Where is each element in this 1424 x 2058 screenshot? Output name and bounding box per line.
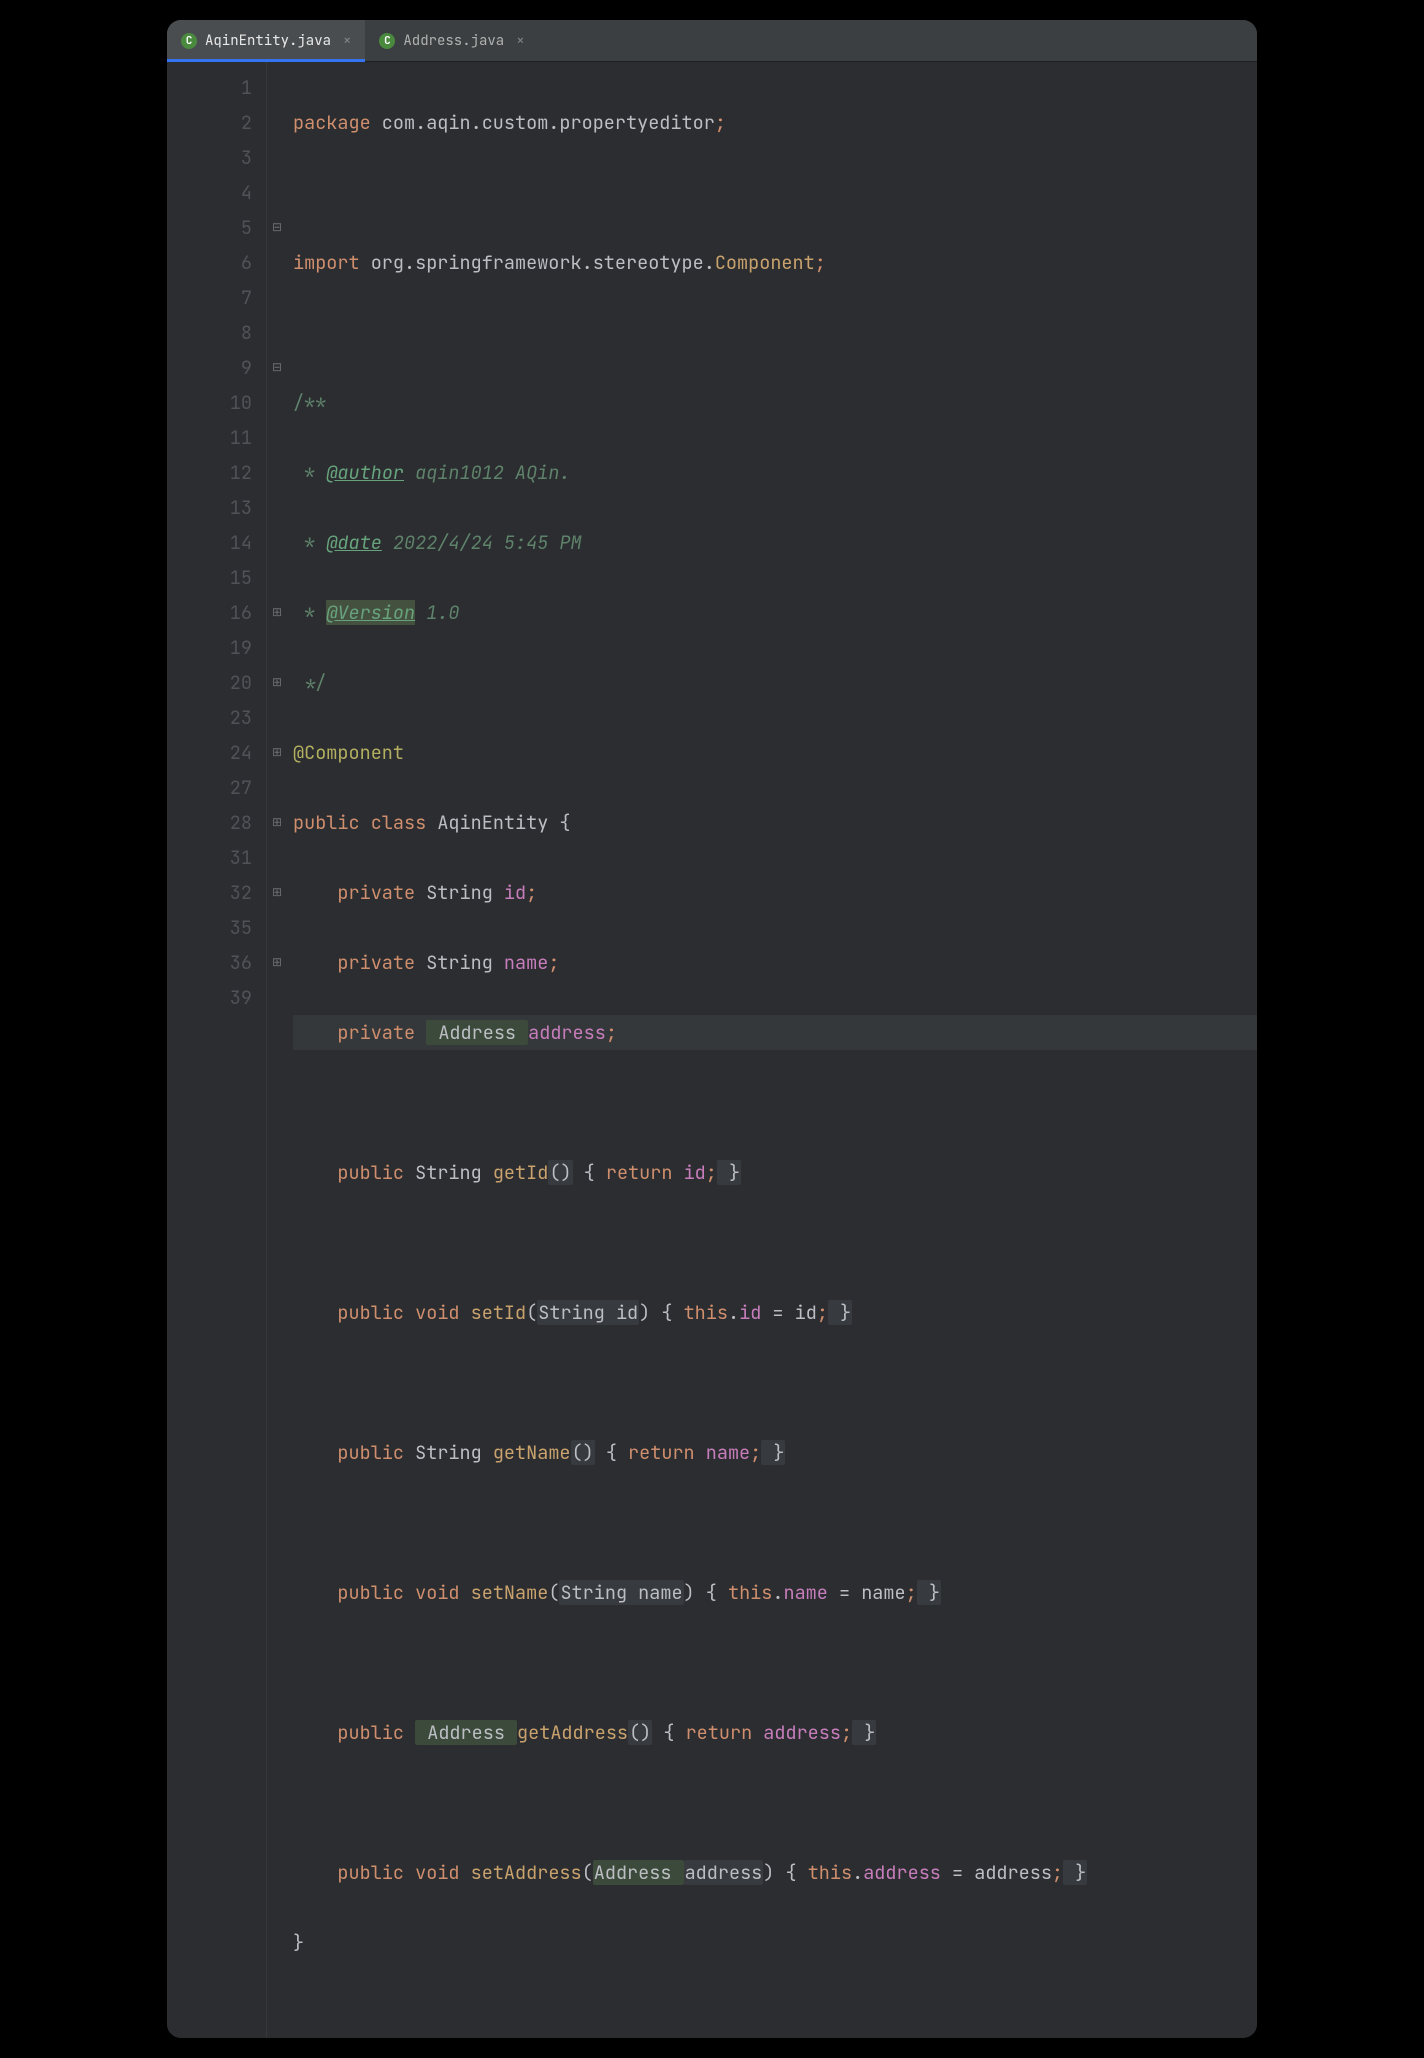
code-line: public void setAddress(Address address) … [293,1855,1257,1890]
code-line [293,1505,1257,1540]
code-line-current: private Address address; [293,1015,1257,1050]
code-line: /** [293,385,1257,420]
code-line [293,315,1257,350]
fold-toggle[interactable]: ⊞ [267,735,287,770]
close-icon[interactable]: × [516,32,524,50]
code-line: private String name; [293,945,1257,980]
code-line [293,1365,1257,1400]
close-icon[interactable]: × [343,32,351,50]
code-line: public String getName() { return name; } [293,1435,1257,1470]
code-line: private String id; [293,875,1257,910]
tab-address[interactable]: C Address.java × [365,20,538,61]
fold-toggle[interactable]: ⊞ [267,595,287,630]
code-line: * @date 2022/4/24 5:45 PM [293,525,1257,560]
code-area[interactable]: package com.aqin.custom.propertyeditor; … [287,62,1257,2038]
line-number-gutter: 1 2 3 4 5 6 7 8 9 10 11 12 13 14 15 16 1… [167,62,267,2038]
fold-toggle[interactable]: ⊟ [267,210,287,245]
code-line [293,1785,1257,1820]
code-line: public String getId() { return id; } [293,1155,1257,1190]
code-line: public Address getAddress() { return add… [293,1715,1257,1750]
code-line: public void setName(String name) { this.… [293,1575,1257,1610]
tab-label: Address.java [403,32,504,50]
code-line: import org.springframework.stereotype.Co… [293,245,1257,280]
fold-toggle[interactable]: ⊞ [267,875,287,910]
code-line: public void setId(String id) { this.id =… [293,1295,1257,1330]
fold-toggle[interactable]: ⊟ [267,350,287,385]
class-icon: C [181,33,197,49]
fold-toggle[interactable]: ⊞ [267,945,287,980]
code-line: * @Version 1.0 [293,595,1257,630]
code-line: } [293,1925,1257,1960]
code-line: */ [293,665,1257,700]
fold-toggle[interactable]: ⊞ [267,665,287,700]
class-icon: C [379,33,395,49]
fold-gutter: ⊟ ⊟ ⊞ ⊞ ⊞ ⊞ ⊞ ⊞ [267,62,287,2038]
code-line: package com.aqin.custom.propertyeditor; [293,105,1257,140]
tab-label: AqinEntity.java [205,32,331,50]
code-line: public class AqinEntity { [293,805,1257,840]
fold-toggle[interactable]: ⊞ [267,805,287,840]
editor-window: C AqinEntity.java × C Address.java × 1 2… [167,20,1257,2038]
code-line [293,1645,1257,1680]
code-line [293,175,1257,210]
tab-bar: C AqinEntity.java × C Address.java × [167,20,1257,62]
code-line [293,1225,1257,1260]
code-line: @Component [293,735,1257,770]
code-line: * @author aqin1012 AQin. [293,455,1257,490]
code-line [293,1085,1257,1120]
code-editor[interactable]: 1 2 3 4 5 6 7 8 9 10 11 12 13 14 15 16 1… [167,62,1257,2038]
tab-aqinentity[interactable]: C AqinEntity.java × [167,20,365,61]
